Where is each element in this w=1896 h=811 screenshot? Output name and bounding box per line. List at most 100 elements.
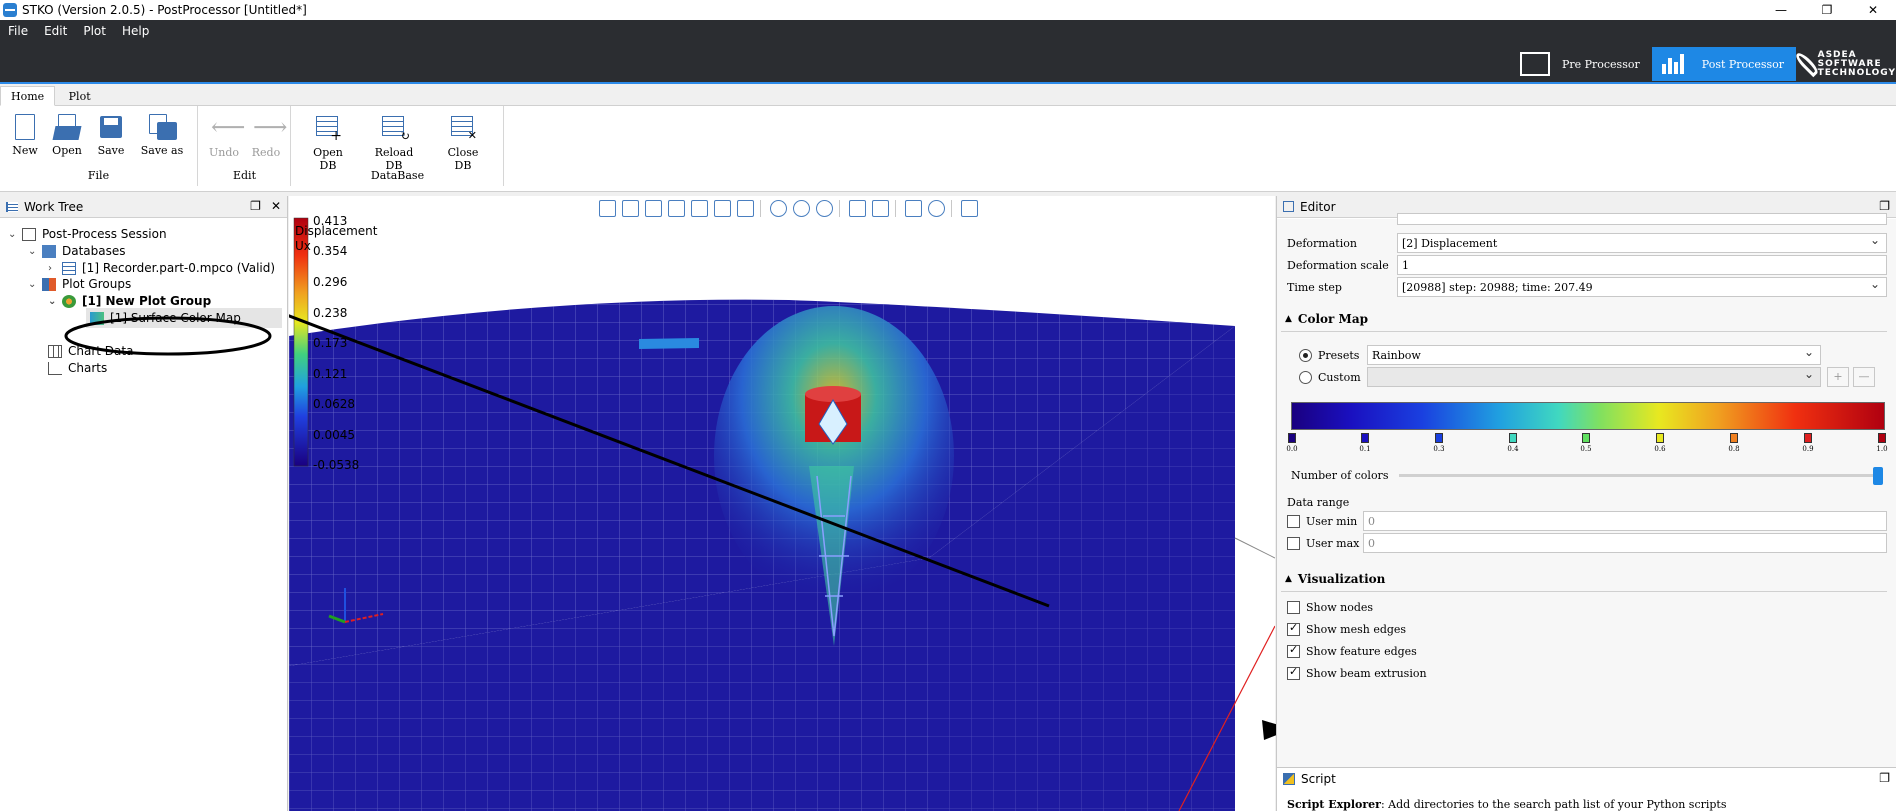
python-icon xyxy=(1283,773,1295,785)
post-processor-button[interactable]: Post Processor xyxy=(1651,47,1796,81)
group-label-database: DataBase xyxy=(370,169,425,182)
open-db-button[interactable]: + Open DB xyxy=(304,114,352,172)
menu-help[interactable]: Help xyxy=(114,20,157,42)
model-render[interactable] xyxy=(289,196,1275,811)
float-panel-icon[interactable]: ❐ xyxy=(250,199,261,213)
3d-viewport[interactable]: Displacement Ux 0.413 0.354 0.296 0.238 … xyxy=(289,196,1275,811)
save-button[interactable]: Save xyxy=(96,114,126,157)
menu-plot[interactable]: Plot xyxy=(75,20,114,42)
custom-radio[interactable]: Custom xyxy=(1299,367,1361,387)
perspective-switcher: Pre Processor Post Processor ASDEA SOFTW… xyxy=(1512,46,1896,82)
undo-button[interactable]: ⟵ Undo xyxy=(209,113,246,159)
menu-edit[interactable]: Edit xyxy=(36,20,75,42)
view-toolbar xyxy=(599,200,978,217)
slider-handle[interactable] xyxy=(1873,467,1883,485)
save-as-button[interactable]: Save as xyxy=(138,114,186,157)
new-label: New xyxy=(12,144,38,157)
color-map-gradient[interactable] xyxy=(1291,402,1885,430)
pre-processor-button[interactable]: Pre Processor xyxy=(1512,47,1652,81)
close-button[interactable]: ✕ xyxy=(1850,0,1896,20)
view-front-icon[interactable] xyxy=(622,200,639,217)
chevron-down-icon: ⌄ xyxy=(28,245,37,257)
color-stop[interactable]: 0.8 xyxy=(1727,433,1741,453)
reload-db-button[interactable]: ↻ Reload DB xyxy=(366,114,422,172)
presets-select[interactable]: Rainbow xyxy=(1367,345,1821,365)
plot-groups-icon xyxy=(42,277,56,291)
close-panel-icon[interactable]: ✕ xyxy=(271,199,281,213)
pre-processor-icon xyxy=(1519,52,1550,76)
close-db-button[interactable]: ✕ Close DB xyxy=(438,114,488,172)
add-stop-icon[interactable]: + xyxy=(1827,367,1849,387)
checkbox-checked-icon xyxy=(1287,621,1300,636)
redo-label: Redo xyxy=(251,146,281,159)
color-stop[interactable]: 0.6 xyxy=(1653,433,1667,453)
redo-arrow-icon: ⟶ xyxy=(253,113,288,141)
show-mesh-edges-checkbox[interactable]: Show mesh edges xyxy=(1287,619,1406,639)
save-as-label: Save as xyxy=(140,144,184,157)
view-top-icon[interactable] xyxy=(714,200,731,217)
color-map-section-toggle[interactable]: ▲ Color Map xyxy=(1285,309,1368,329)
zoom-fit-icon[interactable] xyxy=(905,200,922,217)
color-stop[interactable]: 0.0 xyxy=(1285,433,1299,453)
grid-icon[interactable] xyxy=(961,200,978,217)
deformation-scale-input[interactable]: 1 xyxy=(1397,255,1887,275)
view-left-icon[interactable] xyxy=(668,200,685,217)
minimize-button[interactable]: — xyxy=(1758,0,1804,20)
custom-select[interactable] xyxy=(1367,367,1821,387)
color-stop[interactable]: 0.1 xyxy=(1358,433,1372,453)
parallel-toggle-icon[interactable] xyxy=(872,200,889,217)
checkbox-unchecked-icon xyxy=(1287,600,1300,614)
show-all-icon[interactable] xyxy=(770,200,787,217)
legend-tick: 0.354 xyxy=(313,244,348,258)
number-of-colors-slider[interactable] xyxy=(1399,467,1883,485)
user-max-checkbox[interactable]: User max xyxy=(1287,533,1359,553)
undo-arrow-icon: ⟵ xyxy=(211,113,246,141)
tab-home[interactable]: Home xyxy=(0,86,56,106)
perspective-toggle-icon[interactable] xyxy=(849,200,866,217)
script-explorer-description: : Add directories to the search path lis… xyxy=(1380,798,1727,811)
view-right-icon[interactable] xyxy=(691,200,708,217)
new-button[interactable]: New xyxy=(12,114,38,157)
view-bottom-icon[interactable] xyxy=(737,200,754,217)
show-nodes-checkbox[interactable]: Show nodes xyxy=(1287,597,1373,617)
time-step-label: Time step xyxy=(1287,280,1342,294)
asdea-logo-mark xyxy=(1793,50,1821,78)
time-step-select[interactable]: [20988] step: 20988; time: 207.49 xyxy=(1397,277,1887,297)
view-back-icon[interactable] xyxy=(645,200,662,217)
ribbon-group-database: + Open DB ↻ Reload DB ✕ Close DB DataBas… xyxy=(292,106,504,186)
maximize-button[interactable]: ❐ xyxy=(1804,0,1850,20)
open-button[interactable]: Open xyxy=(50,114,84,157)
script-explorer-text: Script Explorer: Add directories to the … xyxy=(1287,798,1727,811)
deformation-select[interactable]: [2] Displacement xyxy=(1397,233,1887,253)
app-header: File Edit Plot Help Pre Processor Post P… xyxy=(0,20,1896,84)
color-stop[interactable]: 1.0 xyxy=(1875,433,1889,453)
save-label: Save xyxy=(97,144,125,157)
presets-radio[interactable]: Presets xyxy=(1299,345,1359,365)
view-iso-icon[interactable] xyxy=(599,200,616,217)
show-beam-extrusion-checkbox[interactable]: Show beam extrusion xyxy=(1287,663,1427,683)
user-min-input[interactable]: 0 xyxy=(1363,511,1887,531)
color-stop[interactable]: 0.4 xyxy=(1506,433,1520,453)
checkbox-checked-icon xyxy=(1287,643,1300,658)
float-panel-icon[interactable]: ❐ xyxy=(1879,199,1890,213)
color-stop[interactable]: 0.9 xyxy=(1801,433,1815,453)
show-feature-edges-checkbox[interactable]: Show feature edges xyxy=(1287,641,1417,661)
reload-db-icon: ↻ xyxy=(380,114,410,142)
pre-processor-label: Pre Processor xyxy=(1561,57,1640,71)
remove-stop-icon[interactable]: — xyxy=(1853,367,1875,387)
visualization-section-toggle[interactable]: ▲ Visualization xyxy=(1285,569,1385,589)
legend-tick: 0.296 xyxy=(313,275,348,289)
logo-line-3: TECHNOLOGY xyxy=(1817,67,1896,78)
zoom-icon[interactable] xyxy=(928,200,945,217)
tab-plot[interactable]: Plot xyxy=(59,87,101,107)
redo-button[interactable]: ⟶ Redo xyxy=(251,113,288,159)
show-selected-icon[interactable] xyxy=(793,200,810,217)
collapse-triangle-icon: ▲ xyxy=(1285,574,1292,584)
menu-file[interactable]: File xyxy=(0,20,36,42)
float-panel-icon[interactable]: ❐ xyxy=(1879,771,1890,785)
user-max-input[interactable]: 0 xyxy=(1363,533,1887,553)
color-stop[interactable]: 0.3 xyxy=(1432,433,1446,453)
hide-selected-icon[interactable] xyxy=(816,200,833,217)
color-stop[interactable]: 0.5 xyxy=(1579,433,1593,453)
user-min-checkbox[interactable]: User min xyxy=(1287,511,1357,531)
